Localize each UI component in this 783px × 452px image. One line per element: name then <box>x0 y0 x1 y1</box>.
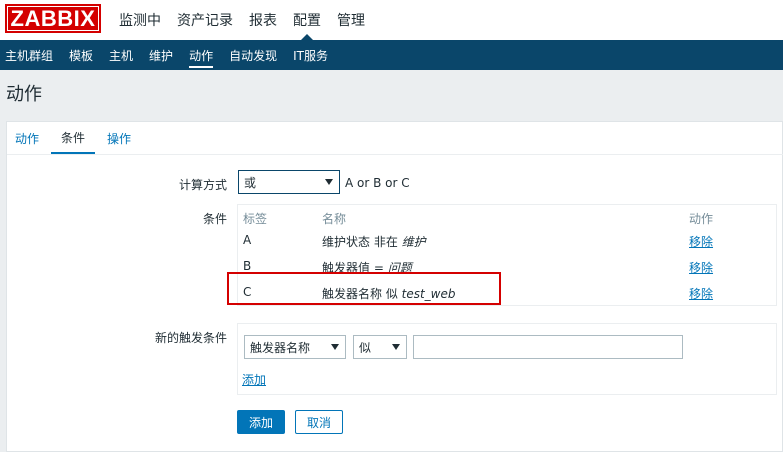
sub-menu-templates[interactable]: 模板 <box>64 40 104 70</box>
sub-menu-discovery[interactable]: 自动发现 <box>224 40 288 70</box>
chevron-down-icon <box>331 344 339 350</box>
new-condition-operator-select[interactable]: 似 <box>353 335 407 359</box>
tab-divider <box>7 154 783 155</box>
calc-formula-hint: A or B or C <box>345 176 410 190</box>
logo-text: ZABBIX <box>10 5 96 31</box>
top-menu: 监测中 资产记录 报表 配置 管理 <box>111 0 373 40</box>
header-name: 名称 <box>322 212 347 226</box>
top-menu-reports[interactable]: 报表 <box>241 0 285 40</box>
sub-menu: 主机群组 模板 主机 维护 动作 自动发现 IT服务 <box>0 40 783 70</box>
top-menu-configuration[interactable]: 配置 <box>285 0 329 40</box>
tab-conditions[interactable]: 条件 <box>51 122 96 154</box>
condition-a-tag: A <box>243 233 252 247</box>
top-header: ZABBIX 监测中 资产记录 报表 配置 管理 <box>0 0 783 40</box>
tab-operations[interactable]: 操作 <box>99 122 139 154</box>
header-tag: 标签 <box>243 212 268 226</box>
sub-menu-maintenance[interactable]: 维护 <box>144 40 184 70</box>
add-button[interactable]: 添加 <box>237 410 285 434</box>
new-condition-box: 触发器名称 似 添加 <box>237 323 777 395</box>
tab-action[interactable]: 动作 <box>7 122 47 154</box>
condition-a-name: 维护状态 非在 维护 <box>322 235 426 249</box>
new-condition-type-select[interactable]: 触发器名称 <box>244 335 346 359</box>
top-menu-inventory[interactable]: 资产记录 <box>169 0 241 40</box>
chevron-down-icon <box>392 344 400 350</box>
condition-c-highlight-box <box>227 272 501 305</box>
top-menu-monitoring[interactable]: 监测中 <box>111 0 169 40</box>
sub-menu-hosts[interactable]: 主机 <box>104 40 144 70</box>
new-condition-value-input[interactable] <box>413 335 683 359</box>
calc-type-value: 或 <box>244 175 257 190</box>
condition-c-remove-link[interactable]: 移除 <box>689 285 713 302</box>
cancel-button[interactable]: 取消 <box>295 410 343 434</box>
page-title: 动作 <box>6 84 42 105</box>
condition-b-tag: B <box>243 259 252 273</box>
condition-a-remove-link[interactable]: 移除 <box>689 233 713 250</box>
condition-b-remove-link[interactable]: 移除 <box>689 259 713 276</box>
new-condition-type-value: 触发器名称 <box>250 340 311 355</box>
sub-menu-actions[interactable]: 动作 <box>184 40 224 70</box>
add-condition-link[interactable]: 添加 <box>242 371 266 388</box>
calc-type-select[interactable]: 或 <box>238 170 340 194</box>
new-condition-label: 新的触发条件 <box>154 331 227 345</box>
top-menu-administration[interactable]: 管理 <box>329 0 373 40</box>
header-action: 动作 <box>689 212 714 226</box>
sub-menu-host-groups[interactable]: 主机群组 <box>0 40 64 70</box>
chevron-down-icon <box>325 179 333 185</box>
new-condition-operator-value: 似 <box>359 340 372 355</box>
sub-menu-it-services[interactable]: IT服务 <box>288 40 339 70</box>
zabbix-logo[interactable]: ZABBIX <box>5 4 101 33</box>
conditions-label: 条件 <box>202 212 227 226</box>
form-tabs: 动作 条件 操作 <box>7 122 139 154</box>
calc-type-label: 计算方式 <box>178 178 227 192</box>
